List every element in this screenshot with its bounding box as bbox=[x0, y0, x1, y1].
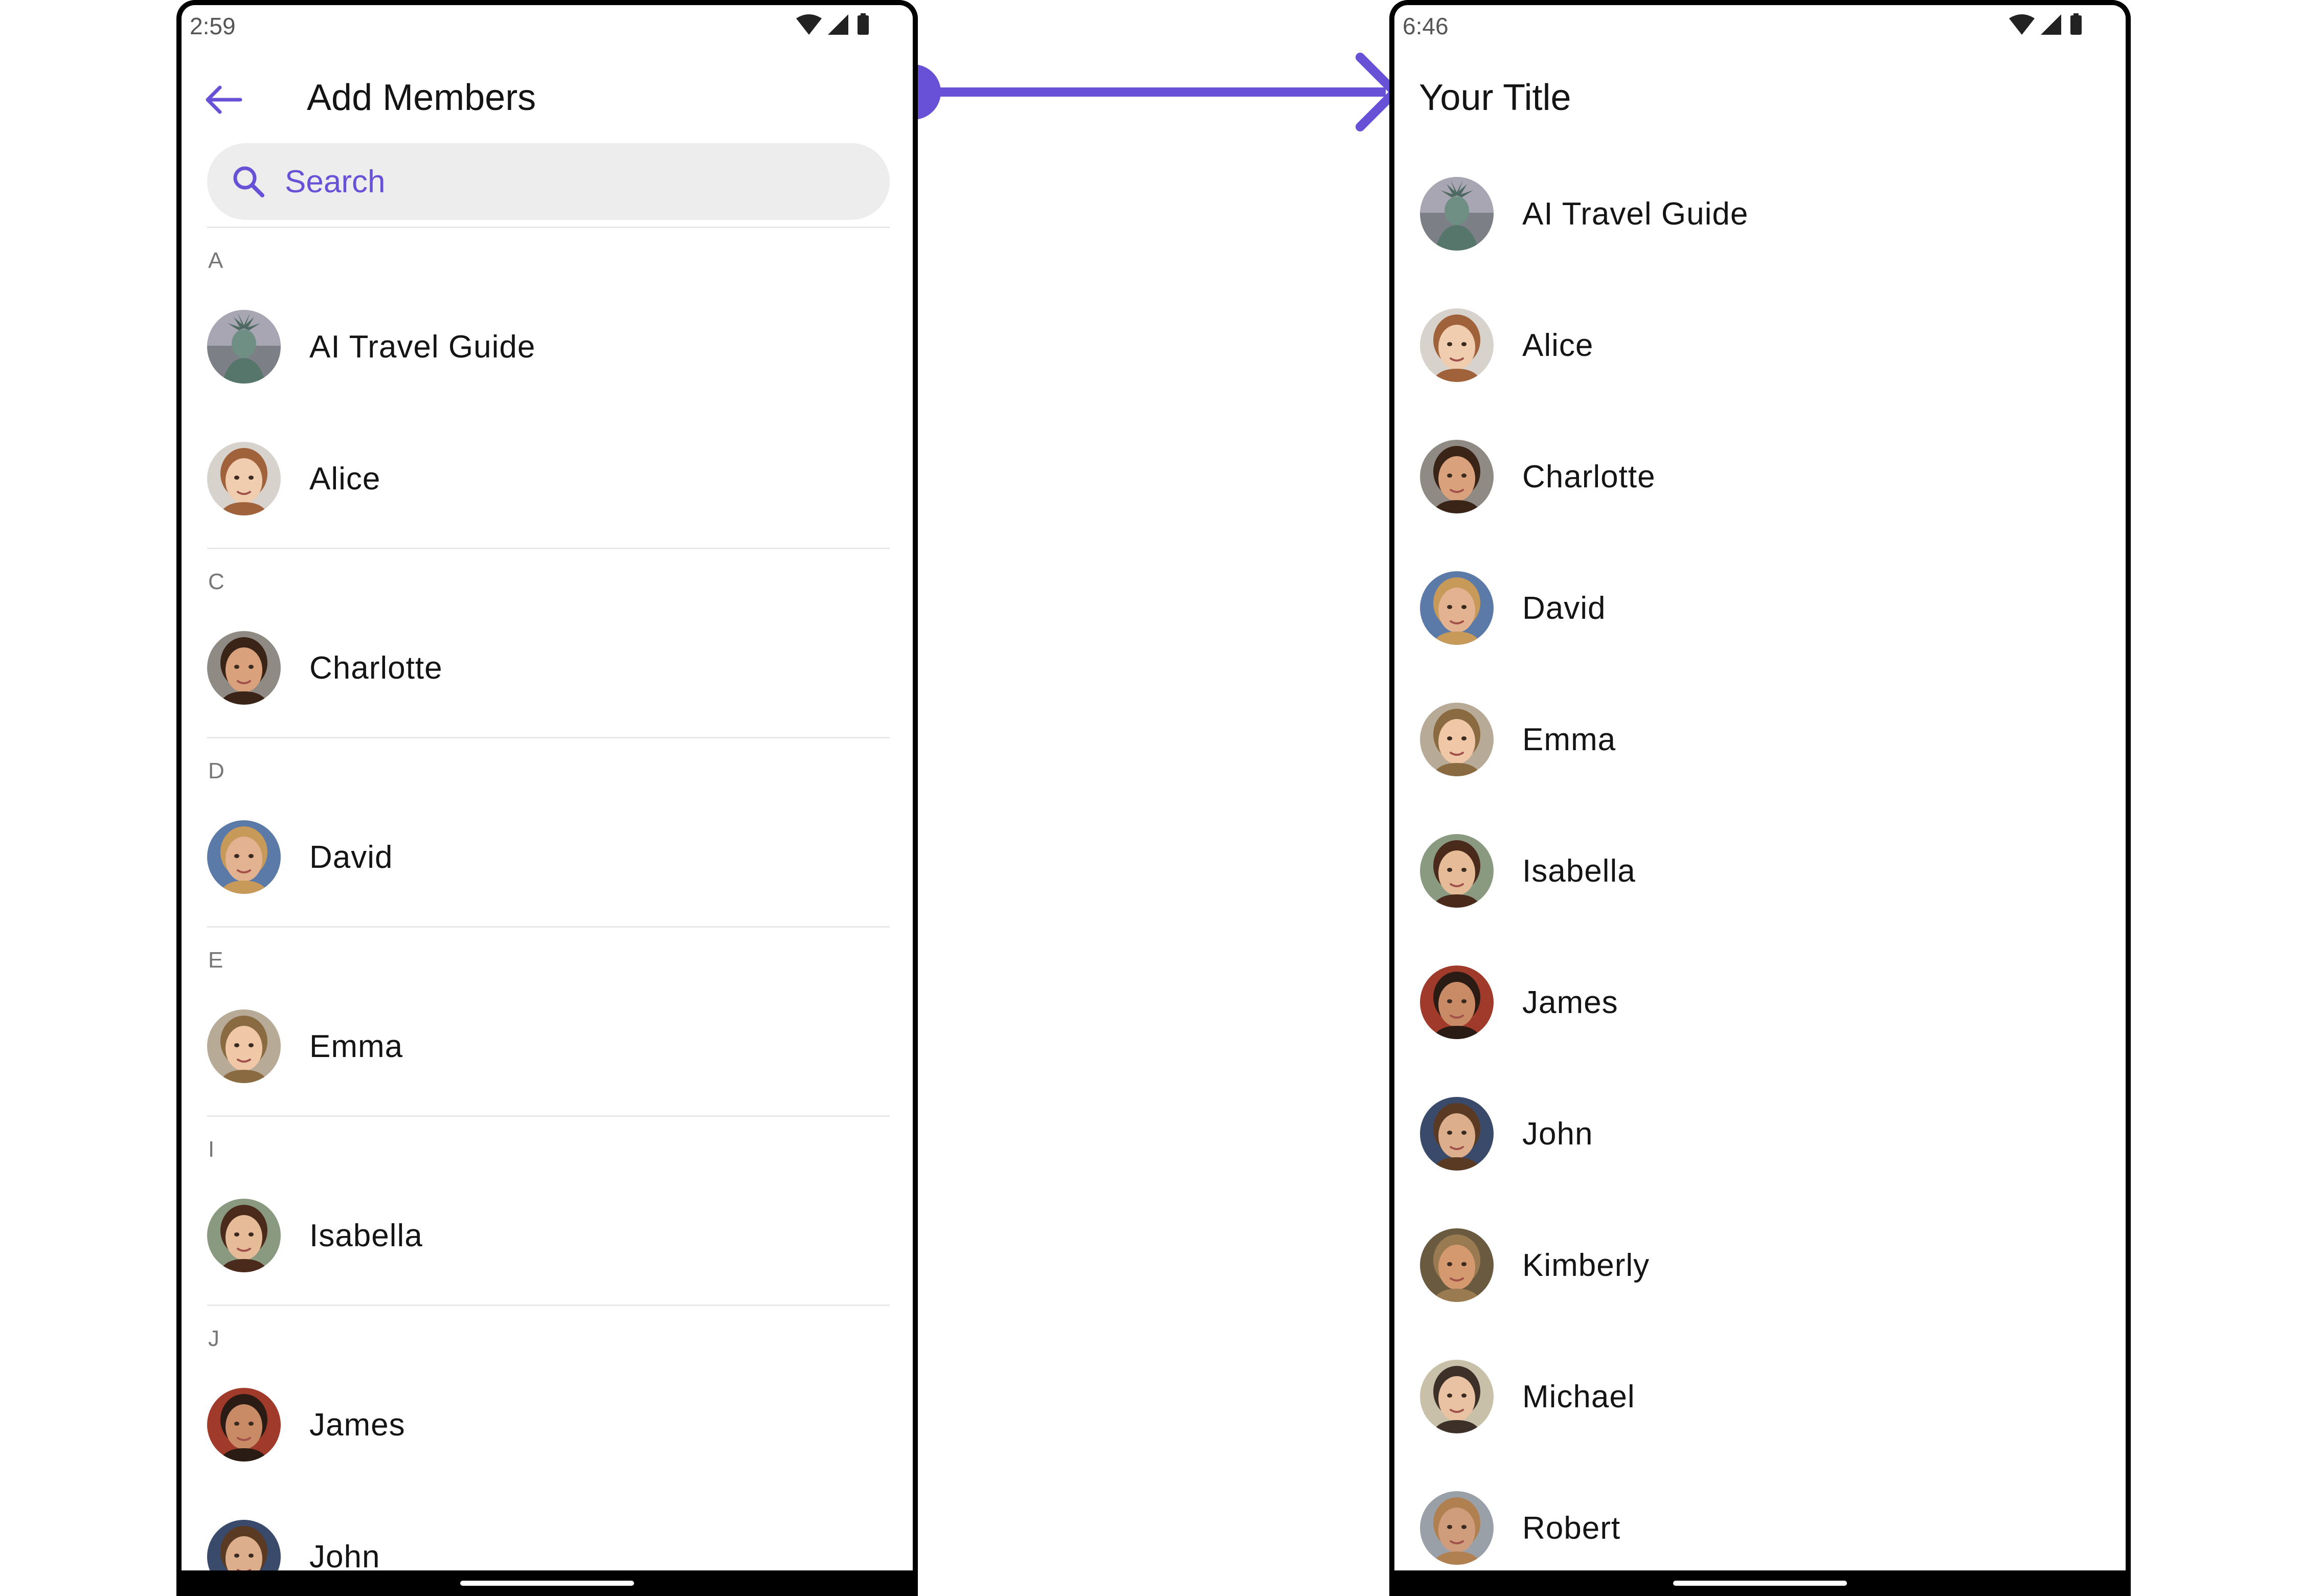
member-name: AI Travel Guide bbox=[1522, 196, 1749, 232]
member-name: Kimberly bbox=[1522, 1247, 1650, 1283]
battery-icon bbox=[858, 15, 869, 35]
avatar bbox=[1420, 965, 1494, 1039]
search-bar[interactable] bbox=[207, 143, 890, 220]
member-row[interactable]: James bbox=[1420, 964, 2103, 1041]
member-row[interactable]: Charlotte bbox=[1420, 438, 2103, 515]
status-icons bbox=[795, 13, 872, 38]
page-title: Add Members bbox=[307, 77, 536, 118]
wifi-icon bbox=[796, 14, 822, 35]
member-row[interactable]: John bbox=[1420, 1095, 2103, 1172]
member-name: Charlotte bbox=[1522, 459, 1656, 494]
section-divider bbox=[207, 548, 890, 549]
avatar bbox=[207, 1199, 281, 1272]
member-row[interactable]: AI Travel Guide bbox=[1420, 175, 2103, 252]
back-button[interactable] bbox=[201, 77, 247, 123]
section-letter: A bbox=[208, 248, 223, 273]
avatar bbox=[207, 310, 281, 384]
avatar bbox=[207, 631, 281, 705]
member-name: Emma bbox=[1522, 722, 1616, 757]
member-name: Robert bbox=[1522, 1510, 1621, 1546]
section-divider bbox=[207, 737, 890, 738]
navigation-bar bbox=[1394, 1570, 2126, 1596]
member-name: Alice bbox=[309, 461, 381, 497]
member-row[interactable]: David bbox=[207, 819, 890, 895]
cell-signal-icon bbox=[828, 14, 848, 35]
member-row[interactable]: Charlotte bbox=[207, 630, 890, 706]
member-name: Emma bbox=[309, 1028, 403, 1064]
section-letter: D bbox=[208, 758, 224, 783]
search-icon bbox=[233, 166, 264, 197]
member-row[interactable]: James bbox=[207, 1386, 890, 1463]
avatar bbox=[1420, 1491, 1494, 1565]
navigation-bar bbox=[182, 1570, 913, 1596]
home-indicator[interactable] bbox=[460, 1581, 634, 1586]
add-members-screen: 2:59 Add Members A AI Travel Guide Alice C C… bbox=[176, 0, 918, 1596]
custom-title-screen: 6:46 Your Title AI Travel Guide Alice Char… bbox=[1389, 0, 2131, 1596]
section-letter: J bbox=[208, 1326, 219, 1351]
member-row[interactable]: Emma bbox=[207, 1008, 890, 1085]
section-divider bbox=[207, 1305, 890, 1306]
member-name: AI Travel Guide bbox=[309, 329, 536, 365]
member-row[interactable]: Michael bbox=[1420, 1358, 2103, 1435]
battery-icon bbox=[2070, 15, 2082, 35]
cell-signal-icon bbox=[2041, 14, 2061, 35]
avatar bbox=[1420, 703, 1494, 776]
member-name: Michael bbox=[1522, 1379, 1635, 1414]
wifi-icon bbox=[2009, 14, 2035, 35]
member-row[interactable]: Kimberly bbox=[1420, 1227, 2103, 1303]
member-row[interactable]: Robert bbox=[1420, 1490, 2103, 1566]
avatar bbox=[1420, 1360, 1494, 1433]
status-time: 2:59 bbox=[190, 13, 236, 39]
status-time: 6:46 bbox=[1403, 13, 1449, 39]
member-name: David bbox=[1522, 590, 1606, 626]
status-icons bbox=[2008, 13, 2085, 38]
avatar bbox=[207, 820, 281, 894]
member-name: Alice bbox=[1522, 327, 1594, 363]
member-name: John bbox=[309, 1539, 380, 1575]
member-name: James bbox=[1522, 984, 1618, 1020]
avatar bbox=[207, 442, 281, 515]
status-bar: 2:59 bbox=[182, 5, 913, 46]
avatar bbox=[1420, 308, 1494, 382]
member-row[interactable]: Emma bbox=[1420, 701, 2103, 778]
member-name: Isabella bbox=[1522, 853, 1636, 889]
member-row[interactable]: Isabella bbox=[1420, 833, 2103, 909]
member-row[interactable]: Isabella bbox=[207, 1197, 890, 1274]
member-name: Charlotte bbox=[309, 650, 443, 686]
home-indicator[interactable] bbox=[1673, 1581, 1847, 1586]
avatar bbox=[1420, 834, 1494, 908]
avatar bbox=[1420, 440, 1494, 513]
member-name: David bbox=[309, 839, 393, 875]
member-row[interactable]: David bbox=[1420, 570, 2103, 646]
member-row[interactable]: Alice bbox=[1420, 307, 2103, 384]
section-divider bbox=[207, 926, 890, 928]
page-title: Your Title bbox=[1419, 77, 1571, 118]
search-input[interactable] bbox=[284, 163, 797, 200]
member-row[interactable]: Alice bbox=[207, 440, 890, 517]
avatar bbox=[1420, 1097, 1494, 1171]
avatar bbox=[207, 1388, 281, 1462]
section-letter: E bbox=[208, 948, 223, 973]
section-divider bbox=[207, 227, 890, 228]
member-row[interactable]: AI Travel Guide bbox=[207, 308, 890, 385]
arrow-left-icon bbox=[206, 85, 242, 114]
section-letter: I bbox=[208, 1137, 215, 1162]
status-bar: 6:46 bbox=[1394, 5, 2126, 46]
avatar bbox=[1420, 1228, 1494, 1302]
member-name: Isabella bbox=[309, 1218, 423, 1253]
avatar bbox=[207, 1009, 281, 1083]
avatar bbox=[1420, 177, 1494, 251]
avatar bbox=[1420, 571, 1494, 645]
member-name: James bbox=[309, 1407, 405, 1443]
section-divider bbox=[207, 1115, 890, 1117]
section-letter: C bbox=[208, 569, 224, 594]
member-name: John bbox=[1522, 1116, 1593, 1152]
